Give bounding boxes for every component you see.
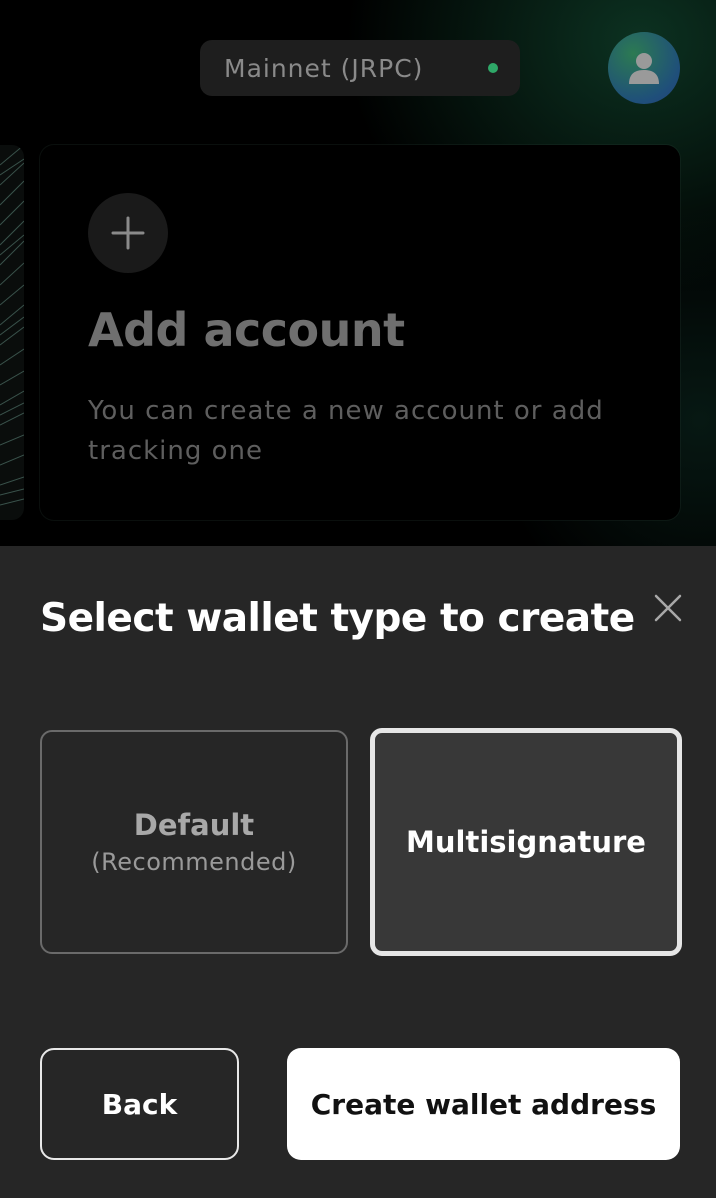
wallet-option-default[interactable]: Default (Recommended) [40, 730, 348, 954]
close-button[interactable] [648, 588, 688, 628]
network-status-dot [488, 63, 498, 73]
add-account-card[interactable]: Add account You can create a new account… [40, 145, 680, 520]
close-icon [654, 594, 682, 622]
wallet-option-multisignature[interactable]: Multisignature [370, 728, 682, 956]
create-wallet-address-button[interactable]: Create wallet address [287, 1048, 680, 1160]
network-label: Mainnet (JRPC) [224, 53, 424, 83]
wallet-type-sheet: Select wallet type to create Default (Re… [0, 546, 716, 1198]
avatar[interactable] [608, 32, 680, 104]
plus-icon [111, 216, 145, 250]
screen: Mainnet (JRPC) Add account You can creat… [0, 0, 716, 1198]
user-icon [629, 53, 659, 84]
network-selector[interactable]: Mainnet (JRPC) [200, 40, 520, 96]
option-default-label: Default [133, 808, 255, 842]
back-button[interactable]: Back [40, 1048, 239, 1160]
add-account-title: Add account [88, 303, 405, 357]
sheet-title: Select wallet type to create [40, 596, 635, 641]
option-multisignature-label: Multisignature [406, 825, 646, 859]
option-default-sublabel: (Recommended) [91, 848, 297, 876]
add-account-button[interactable] [88, 193, 168, 273]
previous-account-card[interactable] [0, 145, 24, 520]
card-pattern-icon [0, 145, 24, 506]
add-account-description: You can create a new account or add trac… [88, 396, 604, 466]
